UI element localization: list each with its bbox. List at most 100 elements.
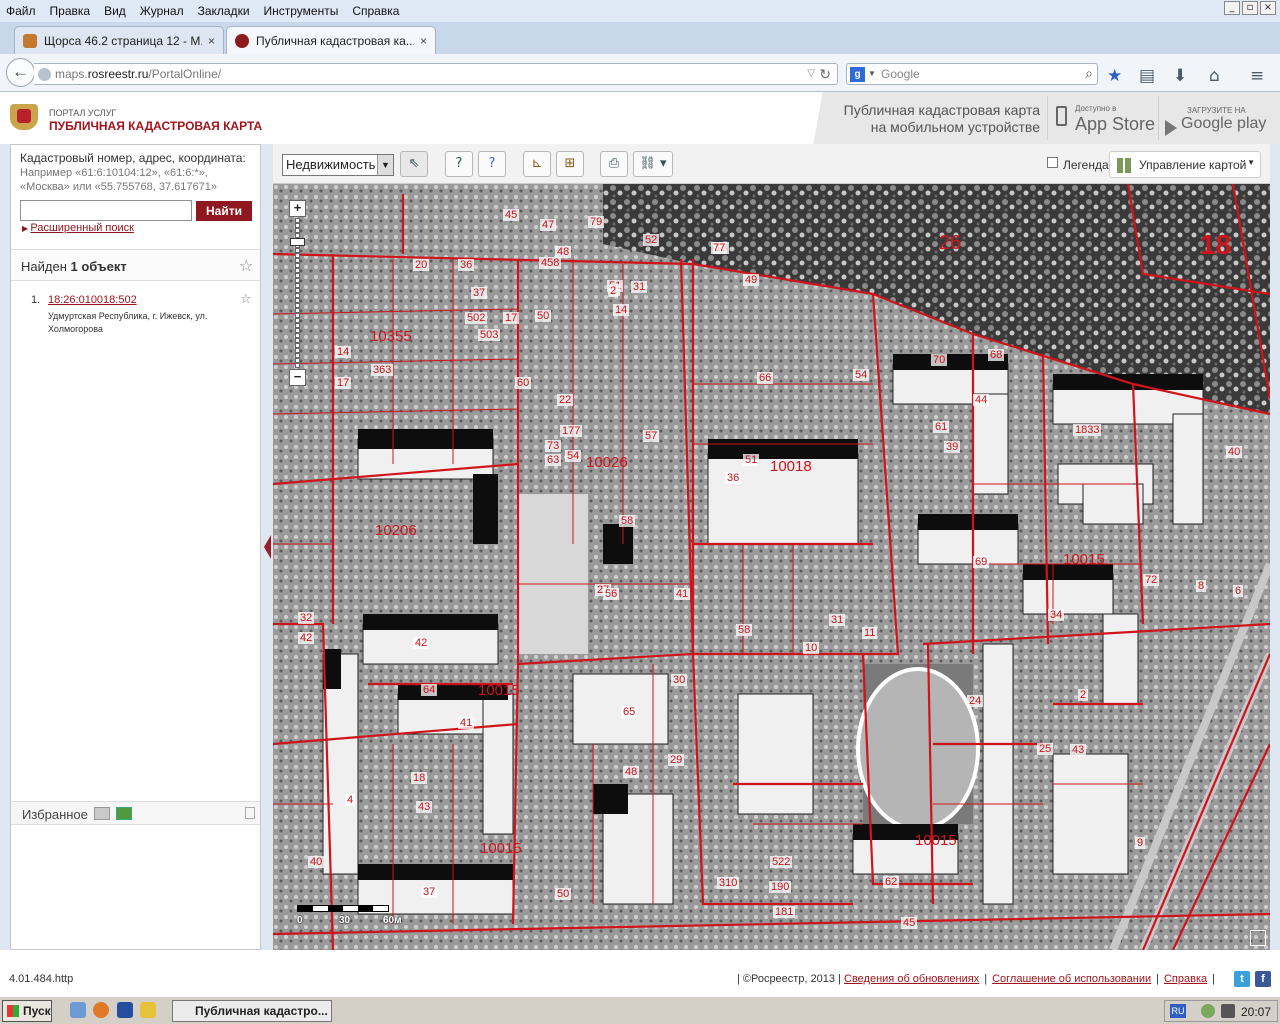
- bookmark-star-icon[interactable]: ★: [1107, 66, 1122, 86]
- identify-box-tool[interactable]: ?: [478, 151, 506, 177]
- menu-icon[interactable]: ≡: [1250, 66, 1264, 86]
- address-bar[interactable]: maps.rosreestr.ru/PortalOnline/ ▽ ↻: [34, 63, 838, 85]
- url-dropdown-icon[interactable]: ▽: [807, 64, 815, 84]
- parcel-number-label: 31: [829, 614, 846, 626]
- resize-corner-icon[interactable]: [1250, 930, 1266, 946]
- result-number: 1.: [31, 294, 41, 306]
- word-icon[interactable]: [117, 1002, 133, 1018]
- advanced-search-link[interactable]: ▶ Расширенный поиск: [22, 222, 134, 234]
- start-button[interactable]: Пуск: [2, 1000, 52, 1022]
- twitter-icon[interactable]: t: [1234, 971, 1250, 987]
- tab-rosreestr[interactable]: Публичная кадастровая ка... ×: [226, 26, 436, 54]
- site-title[interactable]: ПУБЛИЧНАЯ КАДАСТРОВАЯ КАРТА: [49, 119, 262, 133]
- search-icon[interactable]: ⌕: [1085, 63, 1093, 83]
- parcel-number-label: 49: [743, 274, 760, 286]
- parcel-number-label: 51: [743, 454, 760, 466]
- advanced-search-label: Расширенный поиск: [30, 222, 134, 234]
- zoom-out-button[interactable]: −: [289, 369, 306, 386]
- search-title: Кадастровый номер, адрес, координата:: [20, 151, 246, 165]
- facebook-icon[interactable]: f: [1255, 971, 1271, 987]
- panel-collapse-handle[interactable]: [264, 535, 271, 559]
- tab-title: Щорса 46.2 страница 12 - М...: [44, 33, 202, 48]
- parcel-number-label: 36: [725, 472, 742, 484]
- map-label: 10026: [586, 454, 628, 471]
- parcel-number-label: 31: [631, 281, 648, 293]
- menu-file[interactable]: Файл: [6, 4, 36, 18]
- map-canvas[interactable]: 26 18 10355 10026 10018 10206 10015 1001…: [273, 184, 1270, 950]
- menu-bookmarks[interactable]: Закладки: [198, 4, 250, 18]
- identify-tool[interactable]: ?: [445, 151, 473, 177]
- back-button[interactable]: ←: [6, 58, 35, 87]
- app-icon[interactable]: [140, 1002, 156, 1018]
- close-tab-icon[interactable]: ×: [208, 34, 215, 48]
- updates-link[interactable]: Сведения об обновлениях: [844, 973, 979, 985]
- firefox-icon[interactable]: [93, 1002, 109, 1018]
- search-input[interactable]: [20, 200, 192, 221]
- printer-icon: ⎙: [608, 156, 620, 171]
- menu-help[interactable]: Справка: [352, 4, 399, 18]
- scale-label: 0: [297, 915, 303, 926]
- reload-icon[interactable]: ↻: [819, 64, 831, 84]
- info-pointer-tool[interactable]: ⇖: [400, 151, 428, 177]
- system-tray: RU 20:07: [1164, 1000, 1278, 1022]
- result-link[interactable]: 18:26:010018:502: [48, 294, 137, 306]
- map-control-dropdown[interactable]: Управление картой ▼: [1109, 151, 1261, 178]
- print-tool[interactable]: ⎙: [600, 151, 628, 177]
- legend-checkbox[interactable]: [1047, 157, 1058, 168]
- measure-area-tool[interactable]: ⊞: [556, 151, 584, 177]
- help-link[interactable]: Справка: [1164, 973, 1207, 985]
- close-window-button[interactable]: ×: [1260, 1, 1276, 15]
- terms-link[interactable]: Соглашение об использовании: [992, 973, 1151, 985]
- favorite-star-icon[interactable]: ☆: [239, 256, 253, 275]
- find-button[interactable]: Найти: [196, 201, 252, 221]
- rosreestr-favicon-icon: [235, 33, 249, 48]
- parcel-number-label: 4: [345, 794, 356, 806]
- map-control-label: Управление картой: [1139, 158, 1247, 172]
- ie-icon[interactable]: [70, 1002, 86, 1018]
- bookmarks-list-icon[interactable]: ▤: [1139, 66, 1155, 86]
- ruler-icon: ⊾: [531, 156, 543, 171]
- downloads-icon[interactable]: ⬇: [1173, 66, 1187, 86]
- parcel-number-label: 177: [560, 425, 583, 437]
- tab-schorsa[interactable]: Щорса 46.2 страница 12 - М... ×: [14, 26, 224, 54]
- parcel-number-label: 18: [411, 772, 428, 784]
- link-icon: ⛓ ▾: [639, 156, 667, 171]
- minimize-button[interactable]: _: [1224, 1, 1240, 15]
- engine-dropdown-icon[interactable]: ▼: [868, 64, 876, 84]
- menu-history[interactable]: Журнал: [140, 4, 184, 18]
- volume-icon[interactable]: [1221, 1004, 1235, 1018]
- import-icon[interactable]: [94, 807, 110, 820]
- found-prefix: Найден: [21, 259, 71, 274]
- google-icon[interactable]: g: [850, 67, 865, 82]
- parcel-number-label: 363: [371, 364, 394, 376]
- maximize-button[interactable]: ▫: [1242, 1, 1258, 15]
- layer-select[interactable]: Недвижимость ▼: [282, 154, 394, 176]
- home-icon[interactable]: ⌂: [1209, 66, 1220, 86]
- app-store-badge[interactable]: Доступно в App Store: [1047, 96, 1157, 140]
- link-tool[interactable]: ⛓ ▾: [633, 151, 673, 177]
- parcel-number-label: 37: [471, 287, 488, 299]
- search-engine-box[interactable]: g ▼ Google ⌕: [846, 63, 1098, 85]
- menu-edit[interactable]: Правка: [50, 4, 91, 18]
- appstore-big: App Store: [1075, 114, 1156, 134]
- menu-view[interactable]: Вид: [104, 4, 126, 18]
- zoom-in-button[interactable]: +: [289, 200, 306, 217]
- google-play-badge[interactable]: ЗАГРУЗИТЕ НА Google play: [1158, 96, 1268, 140]
- language-indicator[interactable]: RU: [1170, 1004, 1186, 1018]
- menu-tools[interactable]: Инструменты: [264, 4, 339, 18]
- appstore-small: Доступно в: [1075, 104, 1117, 113]
- close-tab-icon[interactable]: ×: [420, 34, 427, 48]
- zoom-knob[interactable]: [290, 238, 305, 246]
- scale-bar: [297, 905, 389, 912]
- excel-export-icon[interactable]: [116, 807, 132, 820]
- parcel-number-label: 14: [613, 304, 630, 316]
- parcel-number-label: 2: [1078, 689, 1089, 701]
- result-star-icon[interactable]: ☆: [240, 292, 252, 307]
- network-icon[interactable]: [1201, 1004, 1215, 1018]
- parcel-number-label: 61: [933, 421, 950, 433]
- taskbar-firefox-window[interactable]: Публичная кадастро...: [172, 1000, 332, 1022]
- legend-label[interactable]: Легенда: [1063, 158, 1109, 172]
- found-bar: Найден 1 объект ☆: [11, 249, 260, 281]
- measure-length-tool[interactable]: ⊾: [523, 151, 551, 177]
- trash-icon[interactable]: [245, 807, 255, 819]
